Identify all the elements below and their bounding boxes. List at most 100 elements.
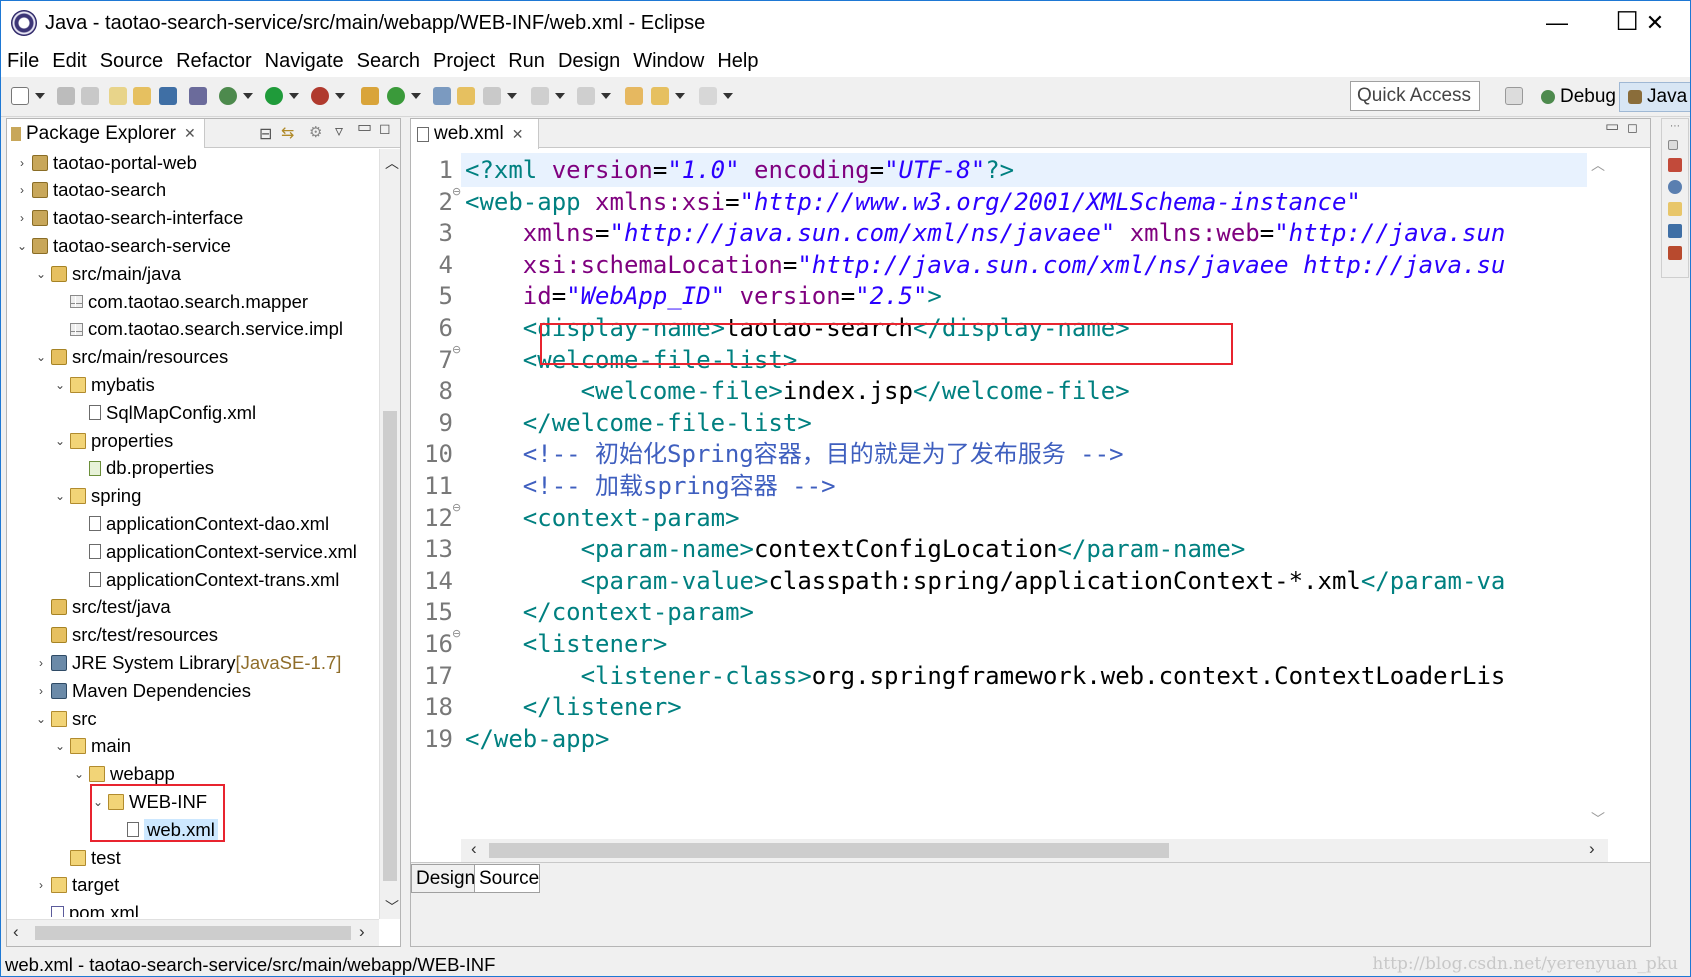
tree-item[interactable]: › taotao-portal-web [15,149,197,176]
tree-item[interactable]: › taotao-search-interface [15,205,243,232]
open-perspective-icon[interactable] [1505,87,1523,105]
code-line[interactable]: <web-app xmlns:xsi="http://www.w3.org/20… [465,185,1361,219]
new-java-project-icon[interactable] [361,87,379,105]
editor-horizontal-scrollbar[interactable]: ‹ › [461,839,1608,862]
collapse-all-icon[interactable]: ⊟ [259,124,272,144]
tree-item[interactable]: pom.xml [34,900,139,917]
menu-source[interactable]: Source [100,50,163,73]
package-explorer-horizontal-scrollbar[interactable]: ‹ › [7,919,379,946]
editor-vertical-scrollbar[interactable]: ︿ ﹀ [1587,149,1608,839]
code-line[interactable]: <listener> [465,627,668,661]
save-all-icon[interactable] [81,87,99,105]
code-line[interactable]: <welcome-file>index.jsp</welcome-file> [465,374,1130,408]
minimize-view-icon[interactable]: ▭ [357,117,372,137]
code-line[interactable]: <context-param> [465,501,740,535]
tree-item[interactable]: ⌄ src/main/resources [34,344,228,371]
console-view-icon[interactable] [1668,224,1682,238]
tree-item[interactable]: db.properties [72,455,214,482]
tree-item[interactable]: › JRE System Library [JavaSE-1.7] [34,649,341,676]
link-with-editor-icon[interactable]: ⇆ [281,123,294,143]
junit-icon[interactable] [1668,246,1682,260]
scroll-down-icon[interactable]: ﹀ [385,897,399,917]
trim-menu-icon[interactable]: ⋯ [1670,121,1688,132]
menu-refactor[interactable]: Refactor [176,50,252,73]
package-explorer-tab[interactable]: Package Explorer ✕ [7,119,205,148]
editor-tab-web-xml[interactable]: web.xml ✕ [411,119,539,149]
vertical-scroll-thumb[interactable] [383,411,397,881]
expand-arrow-icon[interactable]: › [15,211,29,225]
tree-item[interactable]: com.taotao.search.mapper [53,288,308,315]
close-editor-icon[interactable]: ✕ [512,126,524,143]
tree-item[interactable]: ⌄ src/main/java [34,260,181,287]
tree-item[interactable]: test [53,844,121,871]
tree-item[interactable]: ⌄ mybatis [53,371,155,398]
javadoc-icon[interactable] [1668,180,1682,194]
tree-item[interactable]: SqlMapConfig.xml [72,399,256,426]
new-icon[interactable] [11,87,29,105]
fold-toggle-icon[interactable]: ⊖ [452,185,461,198]
quick-access-input[interactable]: Quick Access [1350,81,1480,111]
collapse-arrow-icon[interactable]: ⌄ [53,434,67,448]
scroll-left-icon[interactable]: ‹ [13,922,19,942]
pin-dropdown-icon[interactable] [507,93,517,99]
scroll-right-icon[interactable]: › [359,922,365,942]
maximize-view-icon[interactable]: ◻ [379,120,391,137]
code-line[interactable]: <!-- 加载spring容器 --> [465,469,836,503]
menu-design[interactable]: Design [558,50,620,73]
code-line[interactable]: id="WebApp_ID" version="2.5"> [465,279,942,313]
tree-item[interactable]: com.taotao.search.service.impl [53,316,343,343]
new-class-dropdown-icon[interactable] [411,93,421,99]
menu-run[interactable]: Run [508,50,545,73]
menu-help[interactable]: Help [717,50,758,73]
code-area[interactable]: <?xml version="1.0" encoding="UTF-8"?> <w… [461,149,1587,829]
collapse-arrow-icon[interactable]: ⌄ [34,712,48,726]
tree-item[interactable]: ⌄ main [53,733,131,760]
debug-dropdown-icon[interactable] [243,93,253,99]
forward-dropdown-icon[interactable] [723,93,733,99]
menu-window[interactable]: Window [633,50,704,73]
tree-item[interactable]: applicationContext-service.xml [72,538,357,565]
menu-project[interactable]: Project [433,50,495,73]
code-line[interactable]: <param-value>classpath:spring/applicatio… [465,564,1506,598]
expand-arrow-icon[interactable]: › [34,656,48,670]
tree-item[interactable]: ⌄ spring [53,483,141,510]
collapse-arrow-icon[interactable]: ⌄ [53,739,67,753]
tree-item[interactable]: ⌄ taotao-search-service [15,232,231,259]
tree-item[interactable]: applicationContext-dao.xml [72,510,329,537]
perspective-java[interactable]: Java [1619,82,1690,112]
minimize-editor-icon[interactable]: ▭ [1605,117,1619,135]
menu-navigate[interactable]: Navigate [265,50,344,73]
next-annotation-dropdown-icon[interactable] [555,93,565,99]
save-icon[interactable] [57,87,75,105]
scroll-up-icon[interactable]: ︿ [385,153,399,173]
previous-annotation-icon[interactable] [577,87,595,105]
editor-scroll-right-icon[interactable]: › [1589,839,1595,859]
forward-icon[interactable] [699,87,717,105]
collapse-arrow-icon[interactable]: ⌄ [53,489,67,503]
code-line[interactable]: <listener-class>org.springframework.web.… [465,659,1506,693]
open-folder-icon[interactable] [457,87,475,105]
run-icon[interactable] [265,87,283,105]
debug-icon[interactable] [219,87,237,105]
close-tab-icon[interactable]: ✕ [184,125,196,142]
package-explorer-vertical-scrollbar[interactable]: ︿ ﹀ [379,149,400,919]
tree-item[interactable]: applicationContext-trans.xml [72,566,339,593]
editor-scroll-left-icon[interactable]: ‹ [471,839,477,859]
design-tab[interactable]: Design [411,864,475,893]
tree-item[interactable]: › taotao-search [15,177,166,204]
close-button[interactable]: ✕ [1620,1,1690,45]
maximize-editor-icon[interactable]: ◻ [1627,120,1638,136]
tree-item[interactable]: ⌄ src [34,705,97,732]
pin-icon[interactable] [483,87,501,105]
code-line[interactable]: xmlns="http://java.sun.com/xml/ns/javaee… [465,216,1506,250]
declaration-icon[interactable] [1668,202,1682,216]
run-dropdown-icon[interactable] [289,93,299,99]
source-tab[interactable]: Source [474,864,540,893]
back-icon[interactable] [651,87,669,105]
open-resource-icon[interactable] [133,87,151,105]
perspective-debug[interactable]: Debug [1533,82,1621,112]
previous-annotation-dropdown-icon[interactable] [601,93,611,99]
code-line[interactable]: </welcome-file-list> [465,406,812,440]
editor-scroll-down-icon[interactable]: ﹀ [1591,809,1605,829]
external-tools-icon[interactable] [311,87,329,105]
